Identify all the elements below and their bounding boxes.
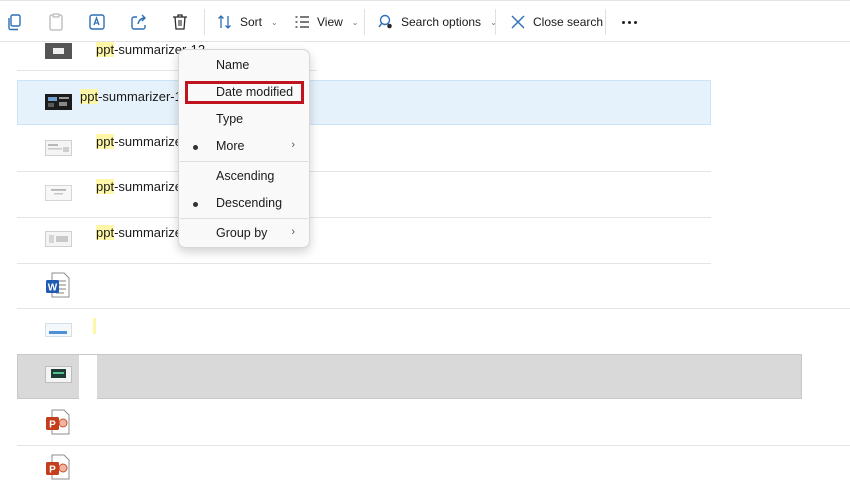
- close-icon: [511, 15, 525, 29]
- dark-screen-thumbnail: [45, 43, 72, 59]
- menu-item-type[interactable]: Type: [216, 112, 243, 126]
- svg-text:P: P: [49, 465, 56, 476]
- document-thumbnail: [45, 185, 72, 201]
- list-item[interactable]: ppt-summarizer-1: [17, 219, 711, 264]
- word-icon: W: [46, 272, 70, 298]
- document-thumbnail: [45, 231, 72, 247]
- sort-menu: Name Date modified Type More › Ascending…: [178, 49, 310, 248]
- chevron-right-icon: ›: [291, 139, 295, 151]
- close-search-label: Close search: [533, 15, 604, 29]
- menu-item-name[interactable]: Name: [216, 58, 249, 72]
- svg-text:W: W: [48, 283, 58, 294]
- powerpoint-icon: P: [46, 409, 70, 435]
- selected-dot-icon: [193, 145, 198, 150]
- search-options-button[interactable]: Search options ⌄: [378, 10, 497, 34]
- table-row-selected[interactable]: ppt-summarizer-1: [17, 80, 711, 125]
- file-name: ppt-summarizer-1: [80, 89, 182, 104]
- view-label: View: [317, 15, 343, 29]
- toolbar-divider: [364, 9, 365, 35]
- chevron-right-icon: ›: [291, 226, 295, 238]
- more-options-icon[interactable]: [618, 12, 640, 32]
- row-thumbnail-gap: [79, 355, 97, 400]
- menu-divider: [180, 161, 308, 162]
- menu-item-ascending[interactable]: Ascending: [216, 169, 274, 183]
- dark-dashboard-thumbnail: [45, 366, 72, 383]
- dark-dashboard-thumbnail: [45, 94, 72, 110]
- list-item[interactable]: ppt-summarizer-1: [17, 127, 711, 172]
- toolbar-divider: [495, 9, 496, 35]
- focus-highlight-box: [185, 81, 304, 104]
- menu-divider: [180, 218, 308, 219]
- search-options-icon: [378, 14, 392, 29]
- search-options-label: Search options: [401, 15, 482, 29]
- menu-item-descending[interactable]: Descending: [216, 196, 282, 210]
- close-search-button[interactable]: Close search: [510, 10, 603, 34]
- document-thumbnail: [45, 323, 72, 337]
- list-item[interactable]: [17, 310, 800, 355]
- document-thumbnail: [45, 140, 72, 156]
- list-item[interactable]: ppt-summarizer-1: [17, 173, 711, 218]
- selected-dot-icon: [193, 202, 198, 207]
- toolbar-divider: [605, 9, 606, 35]
- menu-item-more[interactable]: More: [216, 139, 244, 153]
- menu-item-group-by[interactable]: Group by: [216, 226, 267, 240]
- svg-text:P: P: [49, 420, 56, 431]
- list-item[interactable]: P: [17, 401, 850, 446]
- list-item[interactable]: P: [17, 446, 850, 491]
- chevron-down-icon: ⌄: [351, 17, 359, 27]
- powerpoint-icon: P: [46, 454, 70, 480]
- table-row-highlighted[interactable]: [17, 354, 802, 400]
- search-highlight-marker: [93, 318, 96, 334]
- list-item[interactable]: W: [17, 264, 850, 309]
